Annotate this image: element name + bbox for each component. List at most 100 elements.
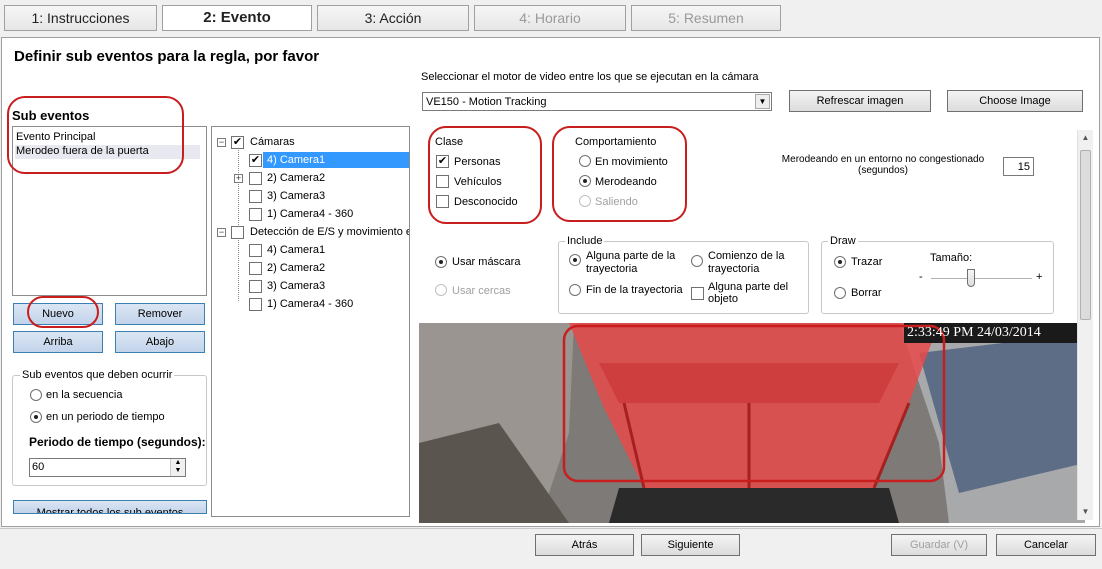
wizard-tabs: 1: Instrucciones 2: Evento 3: Acción 4: … <box>0 0 1102 36</box>
object-part-checkbox[interactable] <box>691 287 704 300</box>
scrollbar[interactable]: ▲ ▼ <box>1077 130 1093 520</box>
use-mask-radio[interactable] <box>435 256 447 268</box>
tab-resumen[interactable]: 5: Resumen <box>631 5 781 31</box>
end-trajectory-label: Fin de la trayectoria <box>586 284 683 296</box>
any-trajectory-radio[interactable] <box>569 254 581 266</box>
leaving-radio[interactable] <box>579 195 591 207</box>
size-label: Tamaño: <box>930 252 973 264</box>
scrollbar-thumb[interactable] <box>1080 150 1091 320</box>
moving-radio[interactable] <box>579 155 591 167</box>
use-mask-label: Usar máscara <box>452 256 521 268</box>
remove-button[interactable]: Remover <box>115 303 205 325</box>
cancel-button[interactable]: Cancelar <box>996 534 1096 556</box>
spinner-arrows-icon[interactable]: ▲ ▼ <box>170 459 185 476</box>
sequence-label: en la secuencia <box>46 389 123 401</box>
use-fences-radio[interactable] <box>435 284 447 296</box>
personas-label: Personas <box>454 156 501 168</box>
choose-image-button[interactable]: Choose Image <box>947 90 1083 112</box>
sequence-radio[interactable] <box>30 389 42 401</box>
period-radio[interactable] <box>30 411 42 423</box>
new-button[interactable]: Nuevo <box>13 303 103 325</box>
loiter-seconds-input[interactable]: 15 <box>1003 157 1034 176</box>
chevron-down-icon[interactable]: ▼ <box>755 94 770 109</box>
camera2-checkbox[interactable] <box>249 172 262 185</box>
io-camera2-checkbox[interactable] <box>249 262 262 275</box>
sub-events-list[interactable]: Evento Principal Merodeo fuera de la pue… <box>12 126 207 296</box>
expand-icon[interactable]: + <box>234 174 243 183</box>
camera-preview[interactable]: 2:33:49 PM 24/03/2014 <box>419 323 1085 523</box>
collapse-icon[interactable]: − <box>217 138 226 147</box>
camera4-checkbox[interactable] <box>249 208 262 221</box>
personas-checkbox[interactable]: ✔ <box>436 155 449 168</box>
engine-label: Seleccionar el motor de video entre los … <box>421 71 759 83</box>
engine-selected-value[interactable]: VE150 - Motion Tracking <box>426 96 546 108</box>
engine-select[interactable]: VE150 - Motion Tracking ▼ <box>422 92 772 111</box>
tree-item-cameras[interactable]: Cámaras <box>250 136 295 148</box>
tab-accion[interactable]: 3: Acción <box>317 5 469 31</box>
tree-item-io-camera4[interactable]: 1) Camera4 - 360 <box>267 298 353 310</box>
tree-item-camera4[interactable]: 1) Camera4 - 360 <box>267 208 353 220</box>
tree-item-io-camera3[interactable]: 3) Camera3 <box>267 280 325 292</box>
tab-instrucciones[interactable]: 1: Instrucciones <box>4 5 157 31</box>
tab-evento[interactable]: 2: Evento <box>162 5 312 31</box>
desconocido-checkbox[interactable] <box>436 195 449 208</box>
size-slider-track[interactable] <box>931 278 1032 280</box>
loitering-label: Merodeando <box>595 176 657 188</box>
io-camera1-checkbox[interactable] <box>249 244 262 257</box>
period-option-label: en un periodo de tiempo <box>46 411 165 423</box>
loitering-radio[interactable] <box>579 175 591 187</box>
camera1-checkbox[interactable]: ✔ <box>249 154 262 167</box>
vehiculos-label: Vehículos <box>454 176 502 188</box>
period-value[interactable]: 60 <box>32 461 44 473</box>
io-camera3-checkbox[interactable] <box>249 280 262 293</box>
page-title: Definir sub eventos para la regla, por f… <box>14 48 320 65</box>
camera3-checkbox[interactable] <box>249 190 262 203</box>
leaving-label: Saliendo <box>595 196 638 208</box>
tab-horario[interactable]: 4: Horario <box>474 5 626 31</box>
include-group-title: Include <box>565 235 605 247</box>
camera-tree[interactable]: − ✔ Cámaras ✔ 4) Camera1 + 2) Camera2 3)… <box>211 126 410 517</box>
trace-radio[interactable] <box>834 256 846 268</box>
trace-label: Trazar <box>851 256 883 268</box>
erase-radio[interactable] <box>834 287 846 299</box>
refresh-image-button[interactable]: Refrescar imagen <box>789 90 931 112</box>
size-slider-thumb[interactable] <box>967 269 976 287</box>
down-button[interactable]: Abajo <box>115 331 205 353</box>
period-label: Periodo de tiempo (segundos): <box>29 435 206 449</box>
list-item[interactable]: Merodeo fuera de la puerta <box>15 145 200 159</box>
scroll-down-icon[interactable]: ▼ <box>1078 504 1093 519</box>
back-button[interactable]: Atrás <box>535 534 634 556</box>
scroll-up-icon[interactable]: ▲ <box>1078 130 1093 145</box>
camera-scene <box>419 323 1085 523</box>
io-detection-checkbox[interactable] <box>231 226 244 239</box>
tree-item-camera1[interactable]: 4) Camera1 <box>267 154 325 166</box>
show-all-button[interactable]: Mostrar todos los sub eventos <box>13 500 207 514</box>
vehiculos-checkbox[interactable] <box>436 175 449 188</box>
tree-item-io-camera2[interactable]: 2) Camera2 <box>267 262 325 274</box>
main-panel: Definir sub eventos para la regla, por f… <box>1 37 1100 527</box>
up-button[interactable]: Arriba <box>13 331 103 353</box>
tree-item-io-camera1[interactable]: 4) Camera1 <box>267 244 325 256</box>
size-plus-label: + <box>1036 271 1043 283</box>
save-button[interactable]: Guardar (V) <box>891 534 987 556</box>
end-trajectory-radio[interactable] <box>569 284 581 296</box>
object-part-label: Alguna parte del objeto <box>708 281 789 305</box>
tree-item-camera3[interactable]: 3) Camera3 <box>267 190 325 202</box>
moving-label: En movimiento <box>595 156 668 168</box>
io-camera4-checkbox[interactable] <box>249 298 262 311</box>
next-button[interactable]: Siguiente <box>641 534 740 556</box>
footer-bar: Atrás Siguiente Guardar (V) Cancelar <box>0 528 1102 561</box>
loiter-label-line1: Merodeando en un entorno no congestionad… <box>781 154 985 165</box>
any-trajectory-label: Alguna parte de la trayectoria <box>586 250 676 275</box>
tree-item-io-detection[interactable]: Detección de E/S y movimiento en <box>250 226 409 238</box>
tree-item-camera2[interactable]: 2) Camera2 <box>267 172 325 184</box>
size-minus-label: - <box>919 271 923 283</box>
period-spinner[interactable]: 60 ▲ ▼ <box>29 458 186 477</box>
collapse-icon[interactable]: − <box>217 228 226 237</box>
video-timestamp: 2:33:49 PM 24/03/2014 <box>907 325 1041 340</box>
list-item[interactable]: Evento Principal <box>16 131 96 143</box>
erase-label: Borrar <box>851 287 882 299</box>
cameras-checkbox[interactable]: ✔ <box>231 136 244 149</box>
start-trajectory-radio[interactable] <box>691 255 703 267</box>
draw-group-title: Draw <box>828 235 858 247</box>
